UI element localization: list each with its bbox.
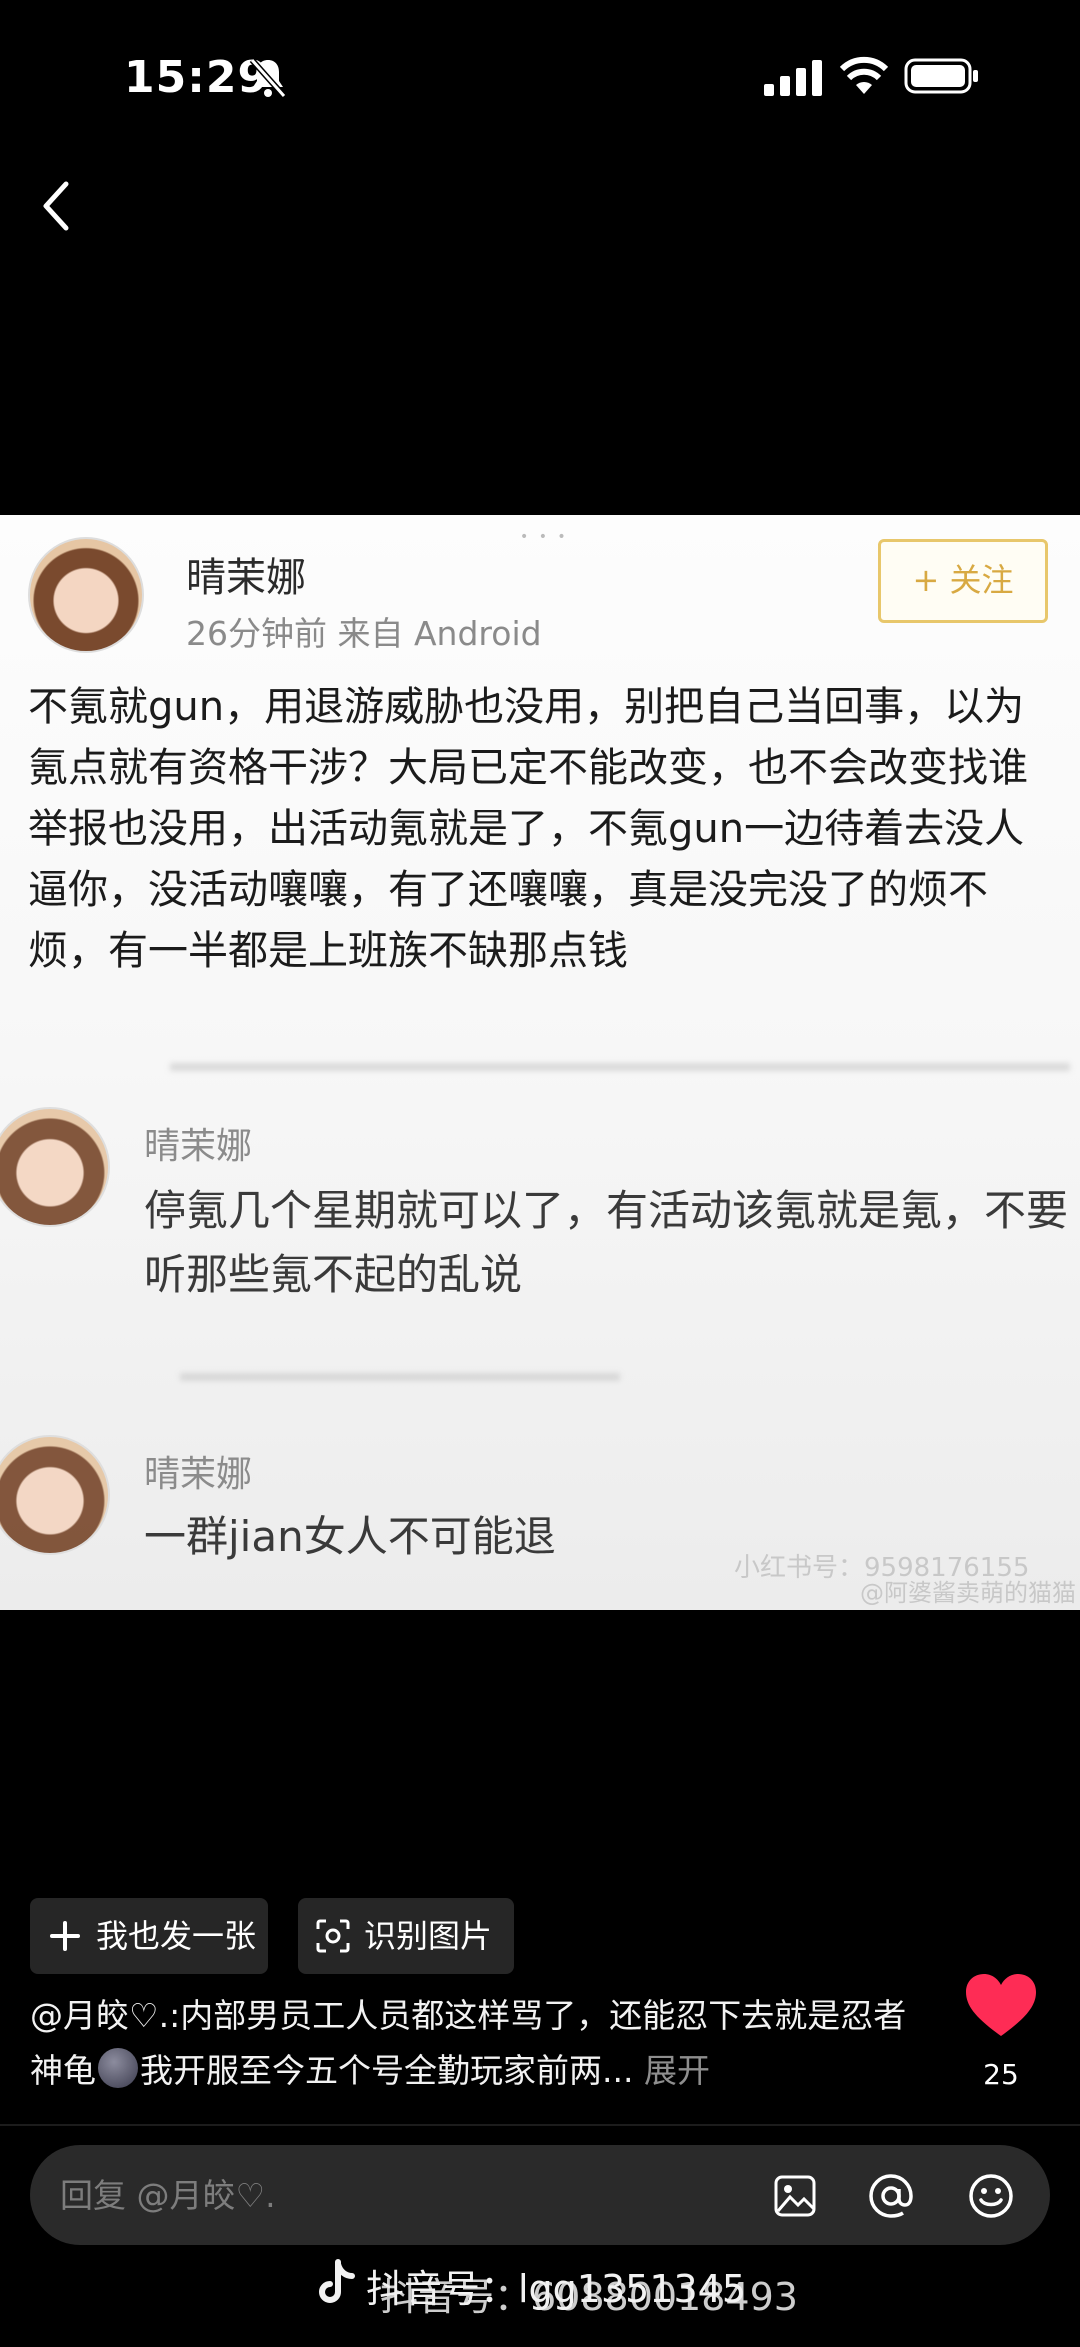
expand-link[interactable]: 展开: [644, 2051, 710, 2090]
image-icon[interactable]: [772, 2173, 818, 2219]
wifi-icon: [840, 56, 888, 94]
post-image[interactable]: • • • 晴茉娜 26分钟前 来自 Android + 关注 不氪就gun，用…: [0, 515, 1080, 1610]
at-icon[interactable]: [868, 2173, 914, 2219]
post-caption[interactable]: @月皎♡.:内部男员工人员都这样骂了，还能忍下去就是忍者神龟 我开服至今五个号全勤…: [30, 1988, 930, 2098]
avatar: [0, 1107, 110, 1227]
post-too-button[interactable]: 我也发一张: [30, 1898, 268, 1974]
signal-icon: [764, 60, 822, 96]
status-bar: 15:29: [0, 0, 1080, 160]
post-meta: 26分钟前 来自 Android: [186, 614, 542, 653]
image-watermark: @阿婆酱卖萌的猫猫: [860, 1579, 1076, 1607]
reply-input[interactable]: [60, 2145, 680, 2245]
post-body: 不氪就gun，用退游威胁也没用，别把自己当回事，以为氪点就有资格干涉？大局已定不…: [28, 684, 1028, 974]
divider: [170, 1063, 1070, 1071]
avatar: [28, 537, 144, 653]
heart-icon[interactable]: [964, 1972, 1038, 2038]
comment-text: 停氪几个星期就可以了，有活动该氪就是氪，不要听那些氪不起的乱说: [144, 1186, 1069, 1299]
post-author-name: 晴茉娜: [186, 555, 306, 601]
comment-author-name: 晴茉娜: [144, 1126, 253, 1167]
bell-muted-icon: [249, 58, 287, 98]
douyin-watermark: 抖音号：lgg1351345 抖音号：60880018493: [308, 2252, 828, 2322]
caption-text-continued: 我开服至今五个号全勤玩家前两...: [140, 2051, 634, 2090]
emoji-icon: [98, 2048, 138, 2088]
screen: 15:29 • • • 晴茉娜 26分钟前 来自 Android + 关注 不氪…: [0, 0, 1080, 2347]
recognize-label: 识别图片: [364, 1917, 493, 1955]
plus-icon: [50, 1921, 80, 1951]
divider: [0, 2124, 1080, 2126]
drag-handle: • • •: [520, 529, 569, 545]
reply-bar: [30, 2145, 1050, 2245]
like-count: 25: [983, 2058, 1019, 2091]
comment-author-name: 晴茉娜: [144, 1454, 253, 1495]
recognize-image-button[interactable]: 识别图片: [298, 1898, 514, 1974]
divider: [180, 1373, 620, 1381]
follow-button: + 关注: [878, 539, 1048, 623]
douyin-id: 抖音号：60880018493: [380, 2275, 798, 2319]
battery-icon: [904, 58, 978, 94]
back-arrow-icon[interactable]: [36, 176, 80, 236]
post-too-label: 我也发一张: [96, 1917, 257, 1955]
douyin-logo-icon: [319, 2259, 355, 2303]
avatar: [0, 1435, 110, 1555]
scan-icon: [316, 1919, 350, 1953]
emoji-icon[interactable]: [968, 2173, 1014, 2219]
